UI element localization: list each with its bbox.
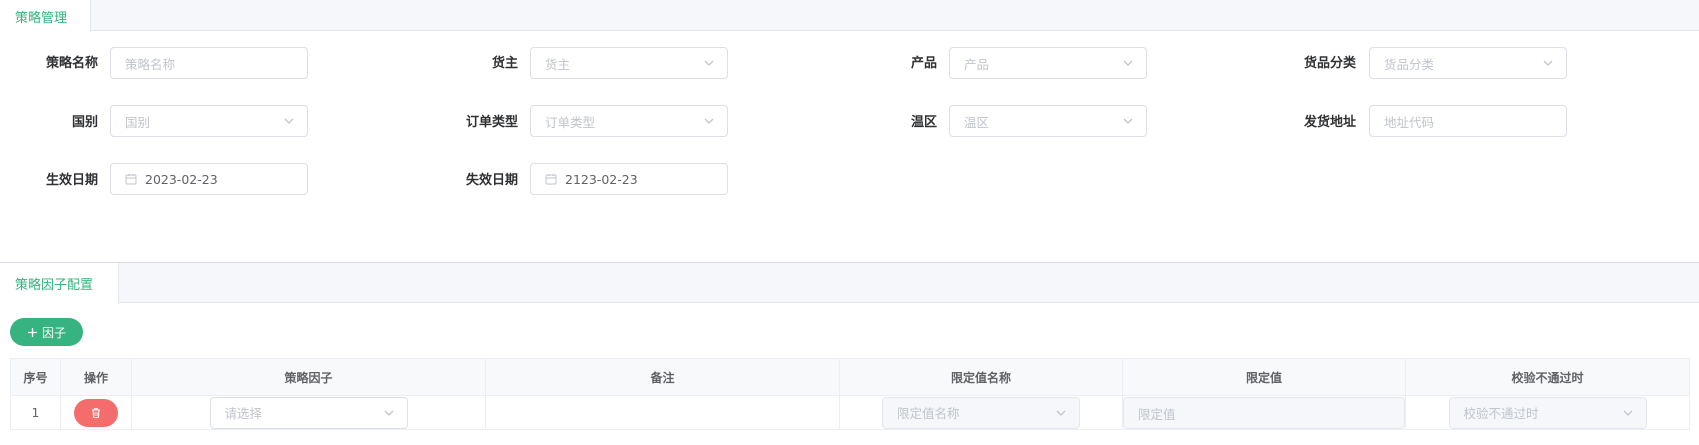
- calendar-icon: [125, 174, 137, 185]
- product-label: 产品: [910, 56, 937, 71]
- header-actions: 操作: [60, 358, 132, 396]
- expiry-date-picker[interactable]: 2123-02-23: [530, 163, 728, 195]
- chevron-down-icon: [1123, 118, 1133, 124]
- on-fail-select[interactable]: 校验不通过时: [1448, 396, 1647, 429]
- header-limit-name: 限定值名称: [839, 358, 1123, 396]
- top-tab-bar: 策略管理: [0, 0, 1699, 32]
- delete-button[interactable]: [74, 398, 118, 427]
- row-actions-cell: [60, 395, 132, 430]
- chevron-down-icon: [1056, 410, 1066, 416]
- header-limit-value: 限定值: [1122, 358, 1406, 396]
- header-on-fail: 校验不通过时: [1405, 358, 1690, 396]
- strategy-name-label: 策略名称: [45, 56, 98, 71]
- effective-date-label: 生效日期: [45, 173, 98, 188]
- temp-zone-select[interactable]: 温区: [949, 105, 1147, 137]
- table-row: 1 请选择 限定值名称 限定值 校验不通过时: [10, 395, 1690, 430]
- order-type-label: 订单类型: [465, 115, 518, 130]
- effective-date-picker[interactable]: 2023-02-23: [110, 163, 308, 195]
- row-limit-value-cell: 限定值: [1122, 395, 1406, 430]
- header-remark: 备注: [485, 358, 840, 396]
- row-index: 1: [10, 395, 61, 430]
- row-remark: [485, 395, 840, 430]
- strategy-name-input[interactable]: 策略名称: [110, 47, 308, 79]
- temp-zone-label: 温区: [910, 115, 937, 130]
- add-factor-button[interactable]: 因子: [10, 318, 83, 346]
- product-select[interactable]: 产品: [949, 47, 1147, 79]
- country-label: 国别: [71, 115, 98, 130]
- chevron-down-icon: [284, 118, 294, 124]
- order-type-select[interactable]: 订单类型: [530, 105, 728, 137]
- limit-value-input[interactable]: 限定值: [1123, 397, 1405, 429]
- tab-strategy-management-label: 策略管理: [15, 10, 68, 26]
- trash-icon: [92, 407, 100, 418]
- expiry-date-label: 失效日期: [465, 173, 518, 188]
- goods-category-select[interactable]: 货品分类: [1369, 47, 1567, 79]
- chevron-down-icon: [704, 118, 714, 124]
- factor-tab-bar: 策略因子配置: [0, 262, 1699, 304]
- chevron-down-icon: [1543, 60, 1553, 66]
- goods-category-label: 货品分类: [1303, 56, 1356, 71]
- row-limit-name-cell: 限定值名称: [839, 395, 1123, 430]
- owner-select[interactable]: 货主: [530, 47, 728, 79]
- header-index: 序号: [10, 358, 61, 396]
- country-select[interactable]: 国别: [110, 105, 308, 137]
- table-header-row: 序号 操作 策略因子 备注 限定值名称 限定值 校验不通过时: [10, 358, 1690, 396]
- header-factor: 策略因子: [131, 358, 486, 396]
- chevron-down-icon: [1123, 60, 1133, 66]
- limit-name-select[interactable]: 限定值名称: [882, 396, 1080, 429]
- factor-table: 序号 操作 策略因子 备注 限定值名称 限定值 校验不通过时 1 请选择 限定值…: [10, 358, 1690, 430]
- ship-address-label: 发货地址: [1303, 115, 1356, 130]
- row-factor-cell: 请选择: [131, 395, 486, 430]
- factor-select[interactable]: 请选择: [209, 396, 408, 429]
- tab-strategy-management[interactable]: 策略管理: [0, 0, 91, 32]
- chevron-down-icon: [704, 60, 714, 66]
- owner-label: 货主: [491, 56, 518, 71]
- tab-factor-config-label: 策略因子配置: [15, 278, 94, 293]
- tab-factor-config[interactable]: 策略因子配置: [0, 263, 119, 304]
- row-on-fail-cell: 校验不通过时: [1405, 395, 1690, 430]
- calendar-icon: [545, 174, 557, 185]
- chevron-down-icon: [384, 410, 393, 416]
- plus-icon: [27, 327, 37, 337]
- add-factor-label: 因子: [41, 325, 66, 340]
- ship-address-input[interactable]: 地址代码: [1369, 105, 1567, 137]
- chevron-down-icon: [1623, 410, 1632, 416]
